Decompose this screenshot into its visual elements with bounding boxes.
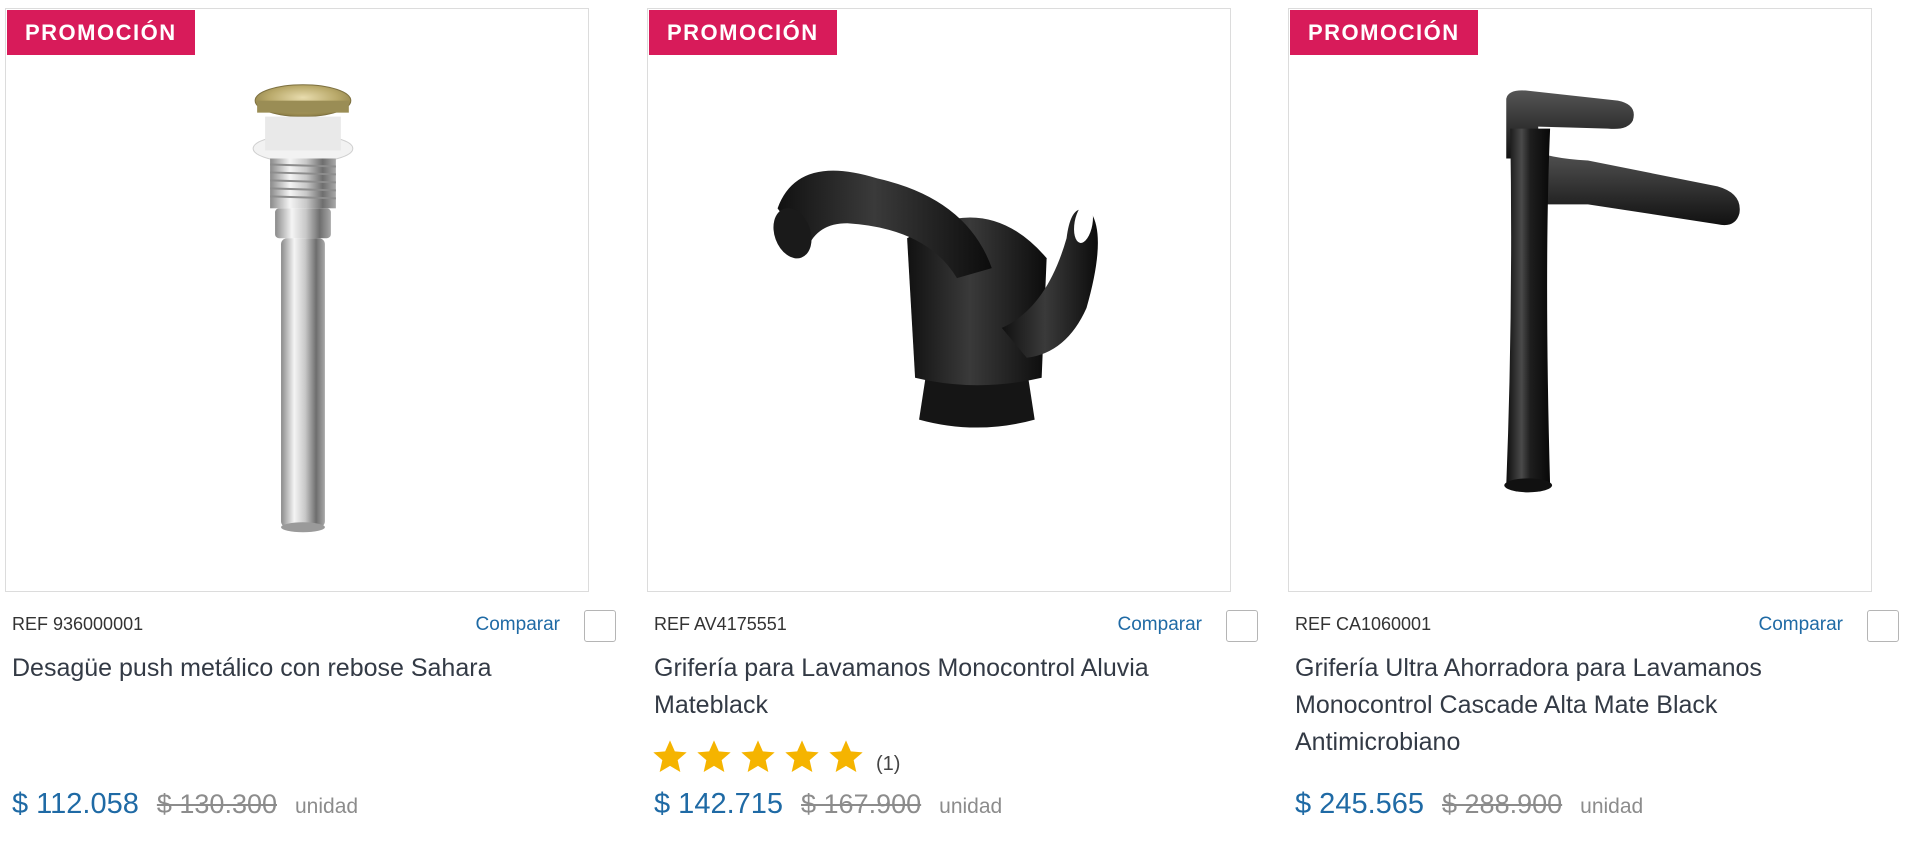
product-meta-row: REF AV4175551 Comparar xyxy=(648,610,1258,650)
price-row: $ 245.565 $ 288.900 unidad xyxy=(1295,788,1643,821)
tall-black-faucet-image[interactable] xyxy=(1289,9,1871,591)
star-icon xyxy=(785,740,819,772)
product-meta-row: REF 936000001 Comparar xyxy=(6,610,616,650)
product-grid: PROMOCIÓN REF 936000001 Comparar Desagüe… xyxy=(0,0,1920,860)
product-ref: REF AV4175551 xyxy=(654,614,787,634)
old-price: $ 288.900 xyxy=(1442,789,1563,819)
rating-count: (1) xyxy=(876,752,901,775)
product-ref: REF 936000001 xyxy=(12,614,144,634)
product-ref: REF CA1060001 xyxy=(1295,614,1432,634)
current-price: $ 245.565 xyxy=(1295,788,1425,820)
current-price: $ 142.715 xyxy=(654,788,784,820)
compare-checkbox[interactable] xyxy=(584,610,616,642)
product-title[interactable]: Grifería Ultra Ahorradora para Lavamanos… xyxy=(1295,650,1855,761)
star-icon xyxy=(741,740,775,772)
star-rating[interactable]: (1) xyxy=(650,737,900,777)
product-image-box[interactable]: PROMOCIÓN xyxy=(1288,8,1872,592)
price-row: $ 112.058 $ 130.300 unidad xyxy=(12,788,358,821)
compare-link[interactable]: Comparar xyxy=(476,614,560,636)
promo-badge: PROMOCIÓN xyxy=(7,10,195,55)
star-icon xyxy=(829,740,863,772)
old-price: $ 167.900 xyxy=(801,789,922,819)
star-icon xyxy=(653,740,687,772)
product-meta-row: REF CA1060001 Comparar xyxy=(1289,610,1899,650)
product-card: PROMOCIÓN xyxy=(642,0,1262,860)
product-card: PROMOCIÓN xyxy=(0,0,620,860)
product-image-box[interactable]: PROMOCIÓN xyxy=(647,8,1231,592)
compare-link[interactable]: Comparar xyxy=(1118,614,1202,636)
product-title[interactable]: Desagüe push metálico con rebose Sahara xyxy=(12,650,572,687)
black-faucet-image[interactable] xyxy=(648,9,1230,591)
price-unit: unidad xyxy=(295,795,359,818)
star-icon xyxy=(697,740,731,772)
old-price: $ 130.300 xyxy=(156,789,277,819)
product-title[interactable]: Grifería para Lavamanos Monocontrol Aluv… xyxy=(654,650,1214,724)
promo-badge: PROMOCIÓN xyxy=(1290,10,1478,55)
product-image-box[interactable]: PROMOCIÓN xyxy=(5,8,589,592)
current-price: $ 112.058 xyxy=(12,788,139,820)
compare-checkbox[interactable] xyxy=(1226,610,1258,642)
price-row: $ 142.715 $ 167.900 unidad xyxy=(654,788,1002,821)
price-unit: unidad xyxy=(939,795,1003,818)
promo-badge: PROMOCIÓN xyxy=(649,10,837,55)
compare-link[interactable]: Comparar xyxy=(1759,614,1843,636)
price-unit: unidad xyxy=(1580,795,1644,818)
compare-checkbox[interactable] xyxy=(1867,610,1899,642)
product-card: PROMOCIÓN xyxy=(1283,0,1903,860)
chrome-drain-image[interactable] xyxy=(6,9,588,591)
